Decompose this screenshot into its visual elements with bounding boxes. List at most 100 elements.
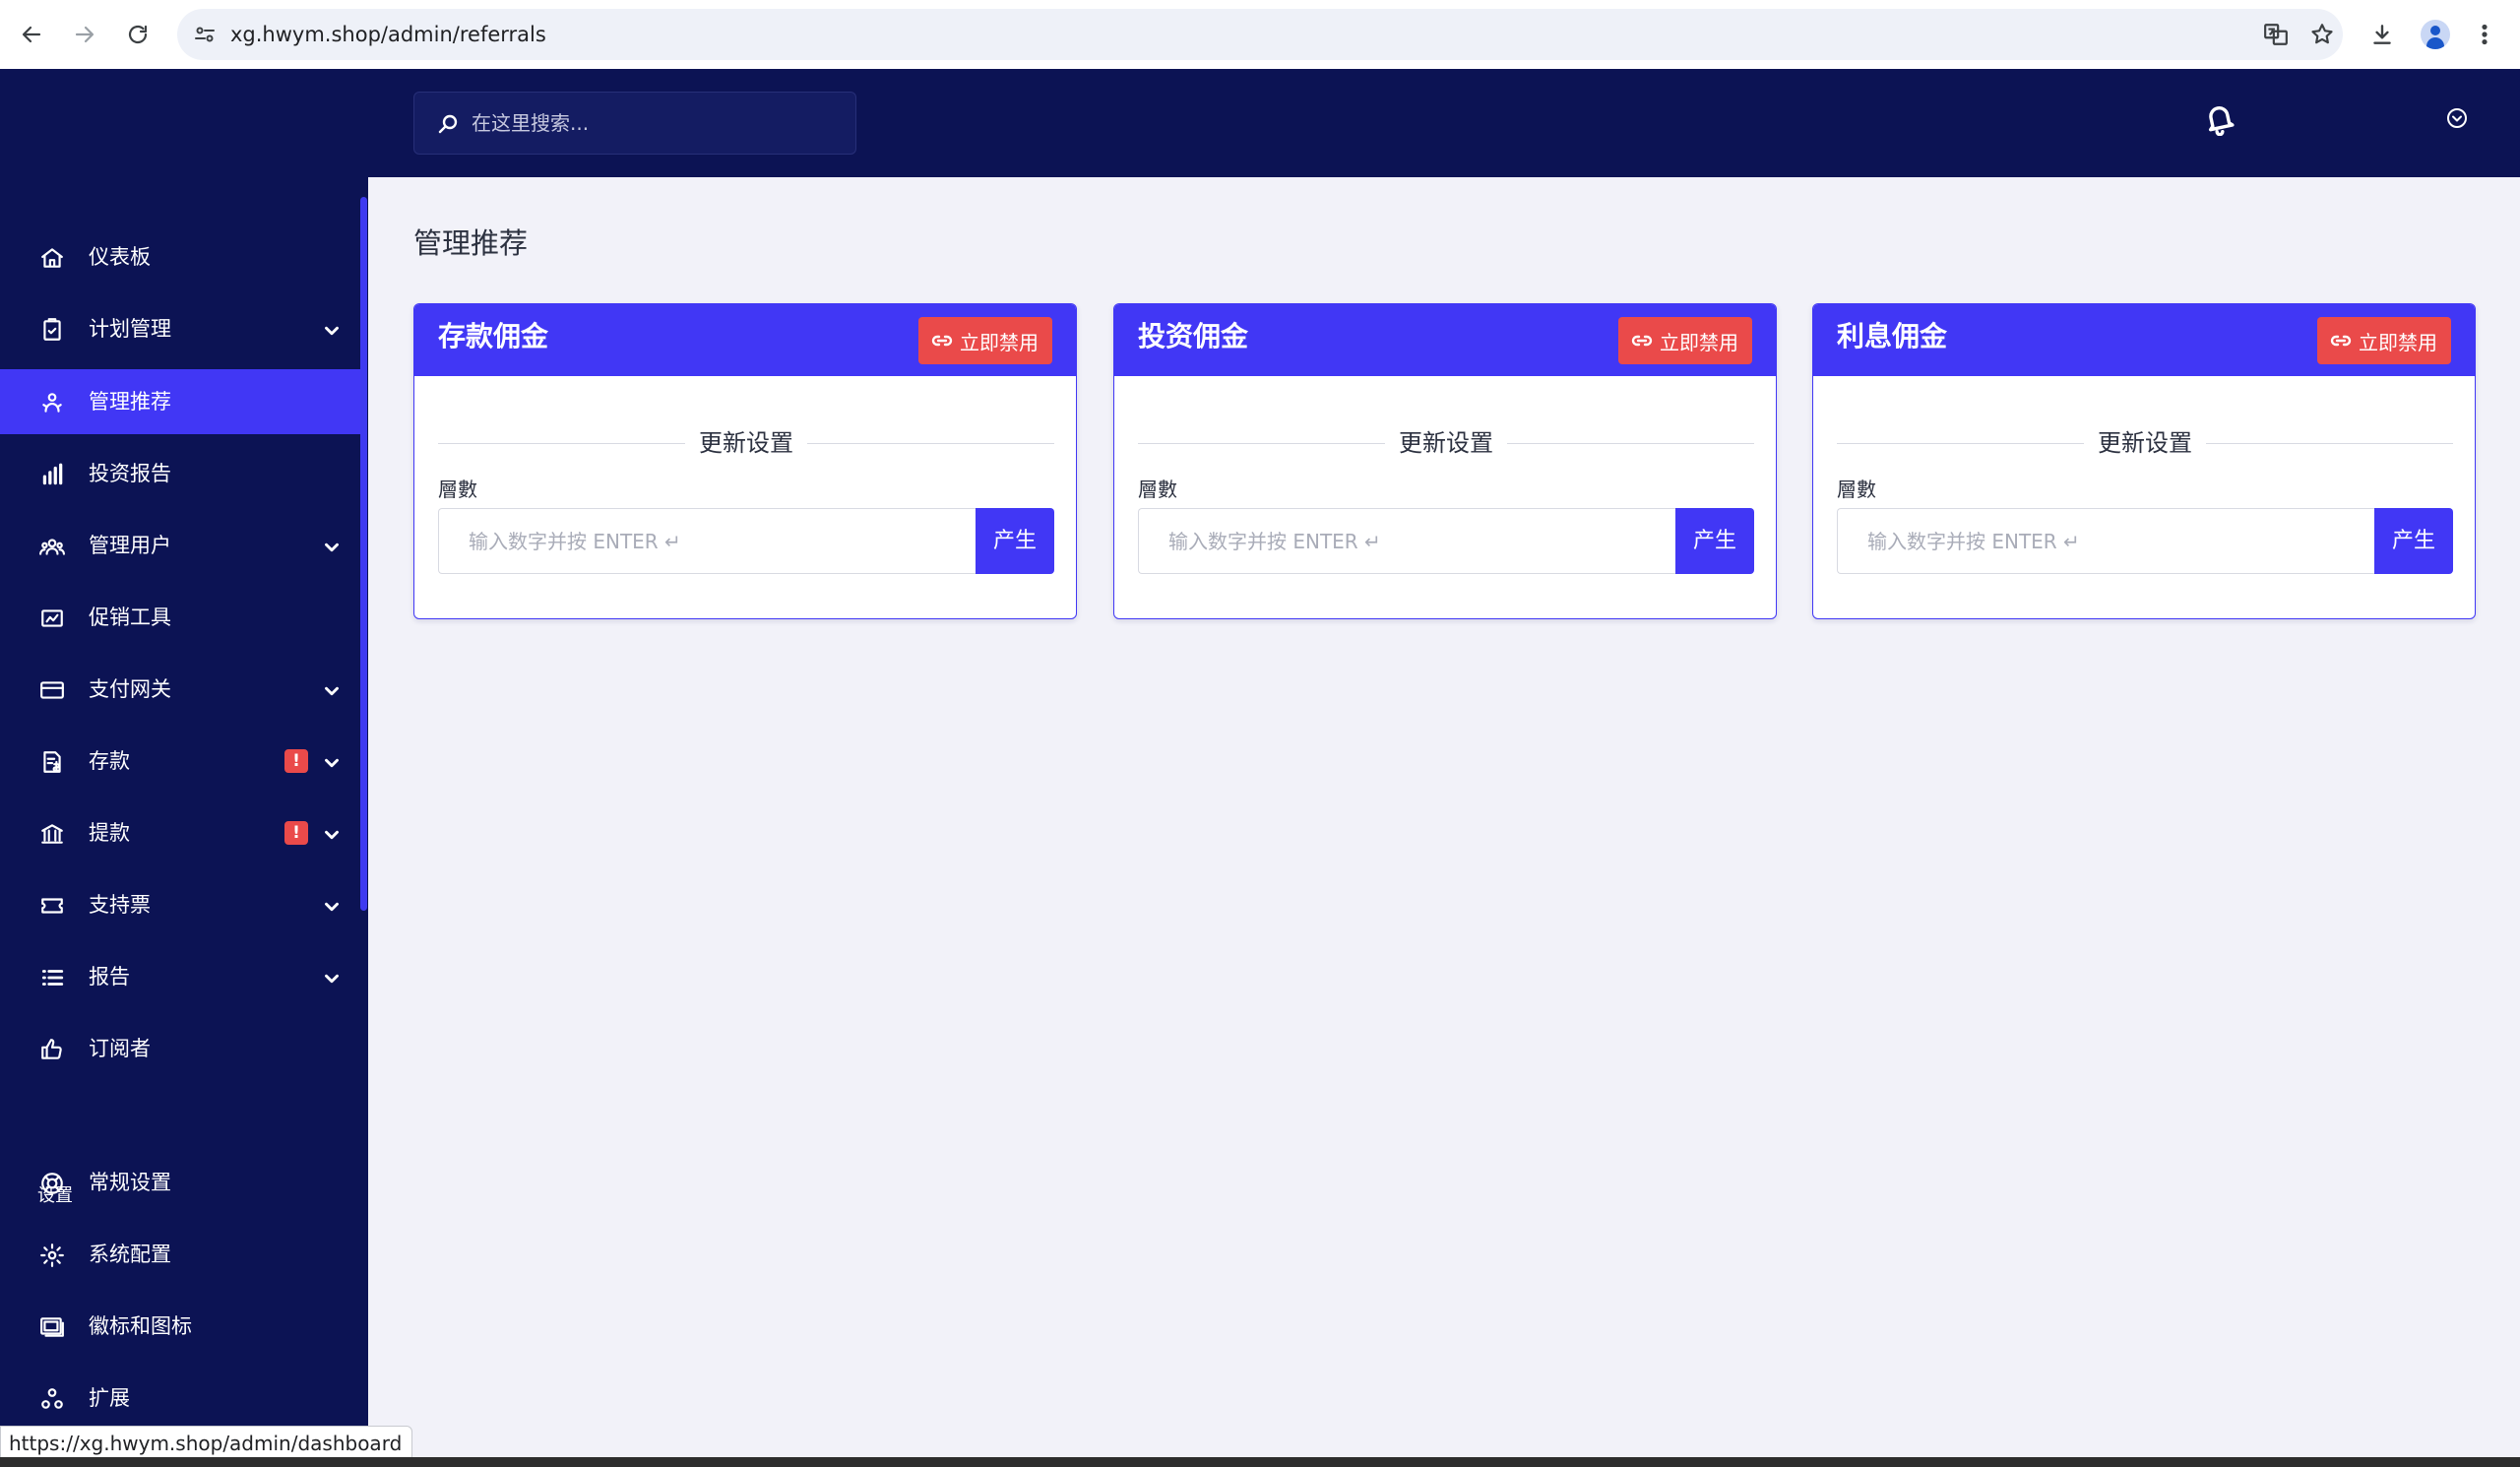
button-label: 立即禁用 [960,330,1039,354]
divider-label: 更新设置 [1385,429,1507,457]
search-box[interactable] [413,92,856,155]
button-label: 立即禁用 [1660,330,1738,354]
generate-button[interactable]: 产生 [2374,508,2453,574]
investment-commission-card: 投资佣金 立即禁用 更新设置 層數 产生 [1113,303,1777,619]
deposit-icon [39,749,65,775]
translate-icon[interactable] [2259,18,2293,51]
sidebar-item-label: 支持票 [89,893,151,917]
sidebar-item-label: 计划管理 [89,317,171,341]
users-icon [39,534,65,559]
sidebar-item-system-config[interactable]: 系统配置 [0,1222,360,1287]
profile-avatar[interactable] [2416,15,2455,54]
sidebar-item-label: 投资报告 [89,462,171,485]
bar-chart-icon [39,462,65,487]
deposit-commission-card: 存款佣金 立即禁用 更新设置 層數 产生 [413,303,1077,619]
search-input[interactable] [472,93,836,154]
back-button[interactable] [10,13,53,56]
bell-icon[interactable] [2203,102,2236,137]
chevron-down-icon [321,968,343,989]
levels-input[interactable] [1837,508,2374,574]
link-icon [1631,335,1653,347]
sidebar-item-label: 徽标和图标 [89,1314,192,1338]
sidebar-item-support-tickets[interactable]: 支持票 [0,872,360,937]
settings-divider: 更新设置 [1138,428,1754,458]
interest-commission-card: 利息佣金 立即禁用 更新设置 層數 产生 [1812,303,2476,619]
sidebar-item-label: 促销工具 [89,606,171,629]
sidebar-item-logo-icons[interactable]: 徽标和图标 [0,1294,360,1359]
levels-input[interactable] [1138,508,1675,574]
link-icon [2330,335,2352,347]
card-title: 投资佣金 [1138,320,1249,352]
credit-card-icon [39,677,65,703]
disable-now-button[interactable]: 立即禁用 [1618,317,1752,364]
page-title: 管理推荐 [413,226,529,260]
sidebar-item-withdrawals[interactable]: 提款 ! [0,800,360,865]
sidebar-item-subscribers[interactable]: 订阅者 [0,1016,360,1081]
arrow-left-icon [22,26,41,43]
levels-input-group: 产生 [1837,508,2453,574]
disable-now-button[interactable]: 立即禁用 [2317,317,2451,364]
profile-icon [2421,20,2450,49]
status-bar-url: https://xg.hwym.shop/admin/dashboard [0,1426,413,1461]
browser-menu-icon[interactable] [2465,15,2504,54]
sidebar-item-label: 常规设置 [89,1171,171,1194]
sidebar-scrollbar[interactable] [360,197,367,911]
sidebar-item-investment-report[interactable]: 投资报告 [0,441,360,506]
site-settings-icon[interactable] [193,23,217,46]
disable-now-button[interactable]: 立即禁用 [918,317,1052,364]
sidebar-item-plans[interactable]: 计划管理 [0,296,360,361]
gear-icon [39,1243,65,1268]
alert-badge: ! [284,749,308,773]
lifebuoy-icon [39,1171,65,1196]
levels-label: 層數 [438,478,477,501]
sidebar-item-label: 存款 [89,749,130,773]
sidebar-item-label: 提款 [89,821,130,845]
app-header [368,69,2520,177]
levels-label: 層數 [1837,478,1876,501]
link-icon [931,335,953,347]
card-header: 投资佣金 立即禁用 [1114,304,1776,376]
generate-button[interactable]: 产生 [1675,508,1754,574]
card-title: 利息佣金 [1837,320,1948,352]
sidebar-item-deposits[interactable]: 存款 ! [0,729,360,794]
chevron-down-icon [321,680,343,702]
ticket-icon [39,893,65,919]
card-title: 存款佣金 [438,320,549,352]
sidebar-item-label: 系统配置 [89,1243,171,1266]
bookmark-star-icon[interactable] [2305,18,2339,51]
alert-badge: ! [284,821,308,845]
url-text[interactable]: xg.hwym.shop/admin/referrals [230,9,546,60]
levels-input[interactable] [438,508,976,574]
reload-button[interactable] [116,13,159,56]
settings-divider: 更新设置 [438,428,1054,458]
forward-button[interactable] [63,13,106,56]
sidebar-item-promo-tools[interactable]: 促销工具 [0,585,360,650]
sidebar-item-payment-gateways[interactable]: 支付网关 [0,657,360,722]
sidebar-item-label: 扩展 [89,1386,130,1410]
sidebar: 仪表板 计划管理 管理推荐 投资报告 管理用户 促销工具 支付网关 存款 ! 提… [0,69,368,1467]
chevron-down-icon [321,320,343,342]
sidebar-item-label: 报告 [89,965,130,989]
arrow-right-icon [75,26,94,43]
sidebar-item-label: 管理推荐 [89,390,171,414]
search-icon [436,112,460,136]
sidebar-item-reports[interactable]: 报告 [0,944,360,1009]
sidebar-item-general-settings[interactable]: 常规设置 [0,1150,360,1215]
sidebar-item-label: 支付网关 [89,677,171,701]
sidebar-item-users[interactable]: 管理用户 [0,513,360,578]
divider-label: 更新设置 [685,429,807,457]
user-menu-chevron-icon[interactable] [2445,106,2469,130]
sidebar-item-label: 订阅者 [89,1037,151,1060]
extensions-icon [39,1386,65,1412]
sidebar-item-referrals[interactable]: 管理推荐 [0,369,360,434]
address-bar[interactable]: xg.hwym.shop/admin/referrals [177,9,2343,60]
chevron-down-icon [321,752,343,774]
downloads-icon[interactable] [2362,15,2402,54]
images-icon [39,1314,65,1340]
card-header: 存款佣金 立即禁用 [414,304,1076,376]
referral-icon [39,390,65,415]
chevron-down-icon [321,824,343,846]
sidebar-item-extensions[interactable]: 扩展 [0,1366,360,1431]
sidebar-item-dashboard[interactable]: 仪表板 [0,224,360,289]
generate-button[interactable]: 产生 [976,508,1054,574]
